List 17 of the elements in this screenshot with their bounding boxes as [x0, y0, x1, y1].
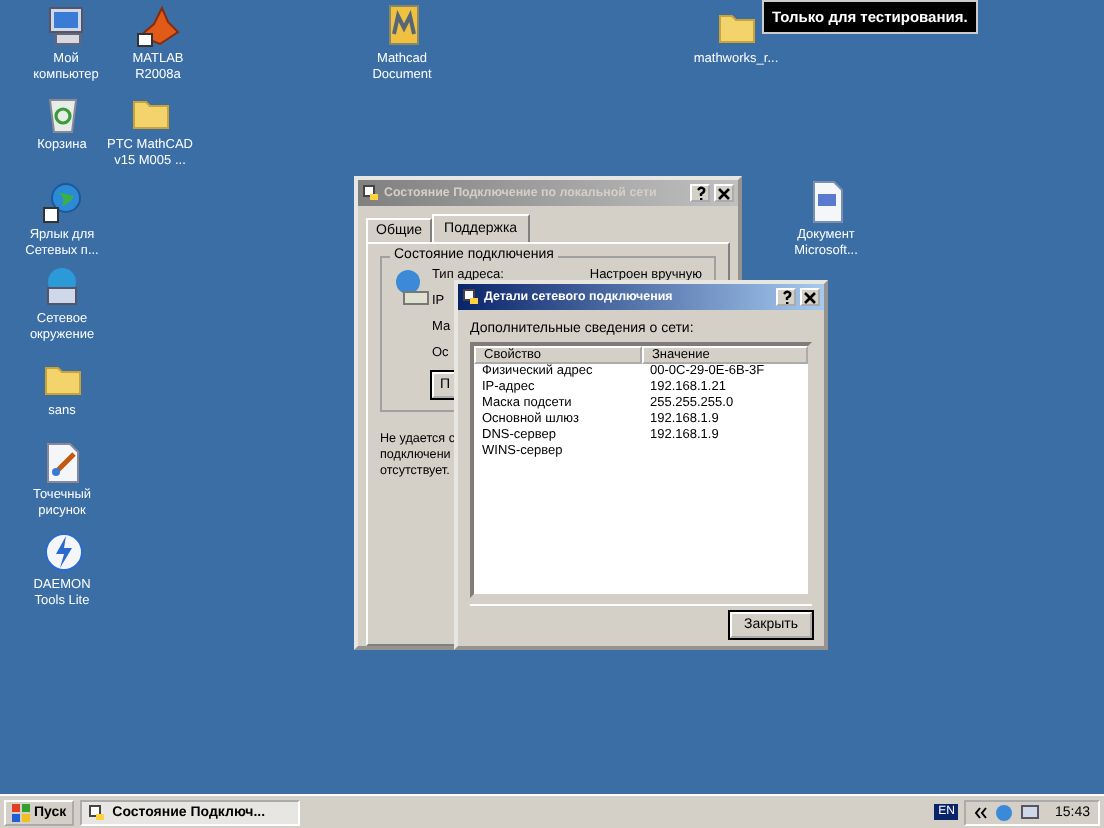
- network-connection-icon: [394, 268, 430, 308]
- peak-surface-icon: [136, 4, 180, 48]
- windows-flag-icon: [12, 803, 30, 821]
- monitor-tray-icon: [1020, 803, 1041, 821]
- help-button[interactable]: [690, 184, 710, 202]
- computer-icon: [44, 4, 88, 48]
- globe-shortcut-icon: [40, 180, 84, 224]
- close-icon: [804, 291, 816, 303]
- help-icon: [695, 186, 705, 200]
- chevron-icon: [974, 805, 989, 819]
- close-icon: [718, 187, 730, 199]
- help-icon: [781, 290, 791, 304]
- lightning-disc-icon: [40, 530, 84, 574]
- network-tray-icon: [994, 803, 1015, 821]
- close-button[interactable]: [800, 288, 820, 306]
- help-button[interactable]: [776, 288, 796, 306]
- close-button[interactable]: [714, 184, 734, 202]
